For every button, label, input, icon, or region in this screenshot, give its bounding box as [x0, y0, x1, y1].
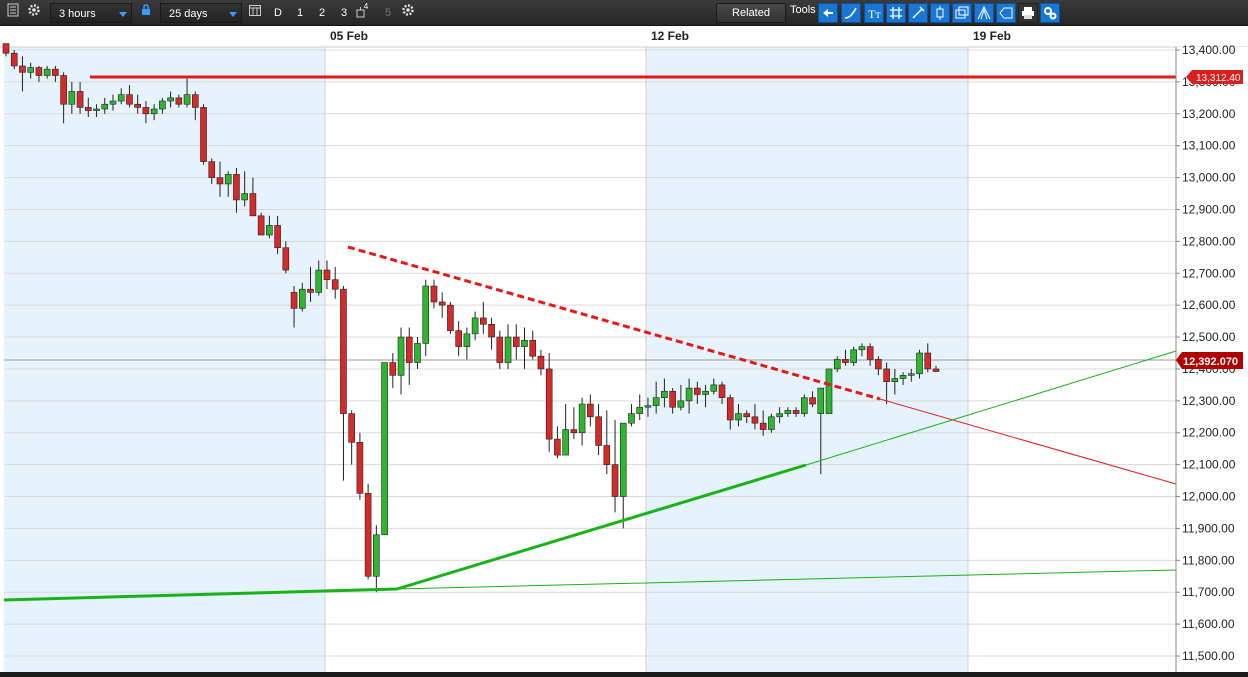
- chart-canvas[interactable]: 05 Feb 12 Feb 19 Feb 13,400.0013,300.001…: [0, 26, 1248, 672]
- fork-icon[interactable]: [974, 3, 994, 23]
- price-chart[interactable]: 05 Feb 12 Feb 19 Feb 13,400.0013,300.001…: [0, 26, 1248, 672]
- price-label: 11,800.00: [1182, 553, 1235, 567]
- svg-text:Tт: Tт: [868, 7, 881, 21]
- candle: [825, 368, 833, 414]
- price-label: 12,100.00: [1182, 458, 1236, 472]
- current-price-tag: 12,392.070: [1176, 352, 1243, 369]
- period-button-4[interactable]: 4: [361, 0, 371, 20]
- date-label: 12 Feb: [651, 29, 689, 43]
- price-label: 13,000.00: [1182, 171, 1236, 185]
- related-button[interactable]: Related: [716, 3, 786, 23]
- price-label: 11,700.00: [1182, 585, 1235, 599]
- related-label: Related: [732, 7, 770, 19]
- price-label: 12,000.00: [1182, 490, 1236, 504]
- settings-icon[interactable]: [400, 3, 416, 23]
- price-label: 11,900.00: [1182, 521, 1235, 535]
- resistance-price-tag: 13,312.40: [1186, 70, 1243, 84]
- range-dropdown[interactable]: 25 days: [160, 3, 242, 23]
- price-label: 11,500.00: [1182, 649, 1235, 663]
- period-button-d[interactable]: D: [270, 3, 286, 23]
- price-label: 12,500.00: [1182, 330, 1236, 344]
- candle: [381, 362, 388, 536]
- price-label: 12,900.00: [1182, 202, 1236, 216]
- date-label: 19 Feb: [973, 29, 1011, 43]
- text-icon[interactable]: Tт: [864, 3, 884, 23]
- price-label: 12,300.00: [1182, 394, 1236, 408]
- lock-icon[interactable]: [140, 3, 152, 23]
- period-button-3[interactable]: 3: [336, 3, 352, 23]
- week-band: [4, 26, 325, 672]
- candle: [257, 212, 265, 236]
- candle-icon[interactable]: [930, 3, 950, 23]
- resistance-price-label: 13,312.40: [1196, 73, 1241, 84]
- calendar-icon[interactable]: [248, 3, 262, 23]
- price-label: 12,200.00: [1182, 426, 1236, 440]
- tag-icon[interactable]: [996, 3, 1016, 23]
- price-label: 13,200.00: [1182, 107, 1236, 121]
- list-icon[interactable]: [6, 3, 20, 23]
- pencil-icon[interactable]: [908, 3, 928, 23]
- print-icon[interactable]: [1018, 3, 1038, 23]
- week-band: [646, 26, 968, 672]
- date-header: [0, 26, 1248, 47]
- candle: [447, 301, 454, 334]
- price-label: 13,400.00: [1182, 43, 1236, 57]
- candle: [356, 432, 364, 500]
- curve-icon[interactable]: [841, 3, 861, 23]
- date-label: 05 Feb: [330, 29, 368, 43]
- back-arrow-icon[interactable]: [818, 3, 838, 23]
- range-value: 25 days: [169, 8, 208, 20]
- chevron-down-icon: [119, 12, 127, 17]
- price-label: 12,800.00: [1182, 234, 1236, 248]
- period-button-2[interactable]: 2: [314, 3, 330, 23]
- current-price-label: 12,392.070: [1183, 356, 1238, 368]
- hash-icon[interactable]: [886, 3, 906, 23]
- price-label: 11,600.00: [1182, 617, 1235, 631]
- price-label: 12,700.00: [1182, 266, 1236, 280]
- windows-icon[interactable]: [952, 3, 972, 23]
- timeframe-value: 3 hours: [59, 8, 96, 20]
- price-label: 13,100.00: [1182, 139, 1236, 153]
- candle: [801, 394, 808, 417]
- price-label: 12,600.00: [1182, 298, 1236, 312]
- timeframe-dropdown[interactable]: 3 hours: [50, 3, 132, 23]
- candle: [200, 104, 207, 165]
- tools-label: Tools: [790, 4, 816, 16]
- candle: [364, 483, 372, 580]
- chevron-down-icon: [229, 12, 237, 17]
- period-button-5[interactable]: 5: [380, 3, 396, 23]
- chart-toolbar: 3 hours 25 days D 1 2 3 4 5 Related Tool…: [0, 0, 1248, 26]
- gear-icon[interactable]: [26, 3, 42, 23]
- config-icon[interactable]: [1040, 3, 1060, 23]
- period-button-1[interactable]: 1: [292, 3, 308, 23]
